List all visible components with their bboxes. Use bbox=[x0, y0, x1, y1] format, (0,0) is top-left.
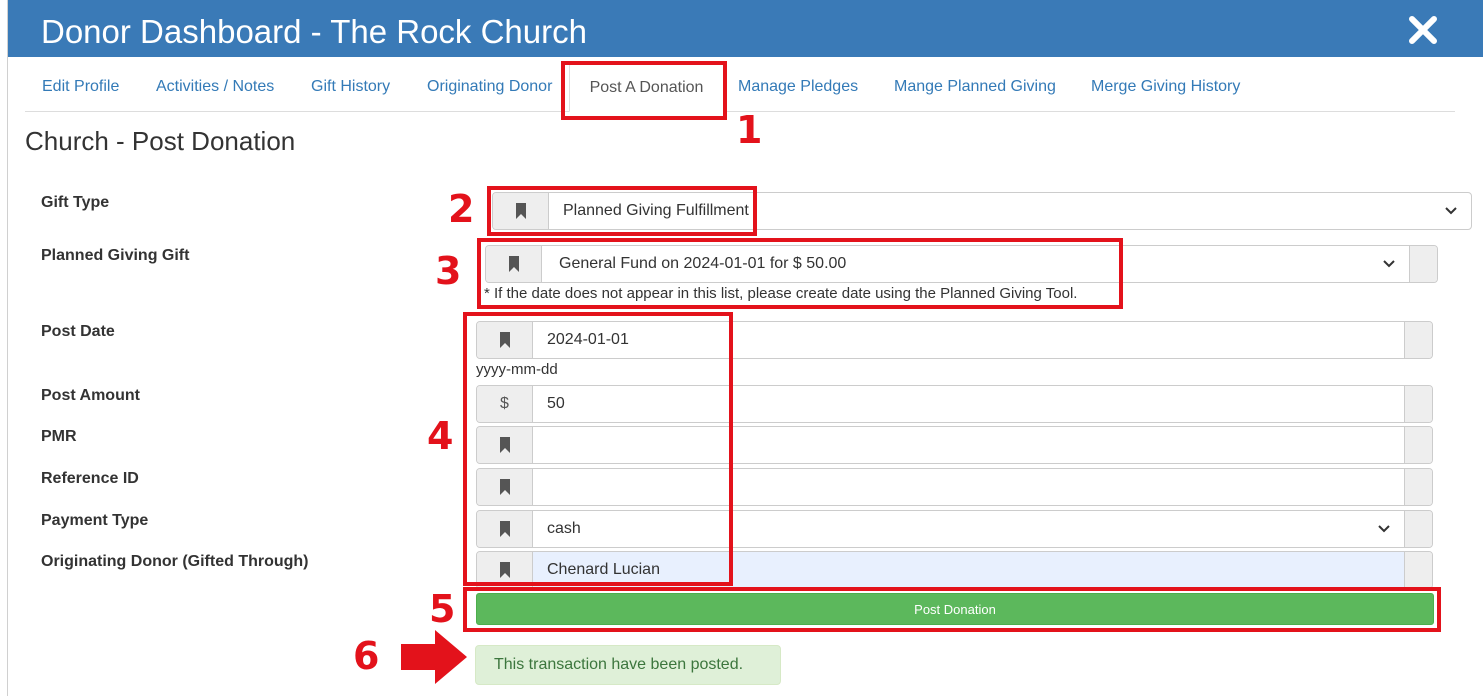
originating-donor-input[interactable]: Chenard Lucian bbox=[476, 551, 1433, 589]
red-arrow-icon bbox=[401, 630, 467, 684]
reference-id-label: Reference ID bbox=[41, 470, 139, 487]
chevron-down-icon bbox=[1378, 525, 1390, 533]
pmr-value bbox=[533, 427, 1404, 463]
bookmark-icon bbox=[477, 427, 533, 463]
post-amount-input[interactable]: $ 50 bbox=[476, 385, 1433, 423]
post-date-label: Post Date bbox=[41, 323, 115, 340]
planned-giving-gift-label: Planned Giving Gift bbox=[41, 247, 190, 264]
bookmark-icon bbox=[493, 193, 549, 229]
originating-donor-label: Originating Donor (Gifted Through) bbox=[41, 553, 309, 570]
modal-header: Donor Dashboard - The Rock Church bbox=[8, 0, 1483, 57]
planned-giving-gift-select[interactable]: General Fund on 2024-01-01 for $ 50.00 bbox=[485, 245, 1438, 283]
tab-gift-history[interactable]: Gift History bbox=[311, 72, 390, 102]
gift-type-label: Gift Type bbox=[41, 194, 110, 211]
tab-edit-profile[interactable]: Edit Profile bbox=[42, 72, 119, 102]
post-amount-label: Post Amount bbox=[41, 387, 140, 404]
chevron-down-icon bbox=[1445, 207, 1457, 215]
tab-originating-donor[interactable]: Originating Donor bbox=[427, 72, 552, 102]
post-donation-button[interactable]: Post Donation bbox=[476, 593, 1434, 625]
annotation-number-5: 5 bbox=[429, 587, 456, 631]
tab-post-a-donation[interactable]: Post A Donation bbox=[569, 62, 724, 112]
tab-merge-giving-history[interactable]: Merge Giving History bbox=[1091, 72, 1240, 102]
planned-giving-gift-value: General Fund on 2024-01-01 for $ 50.00 bbox=[559, 255, 847, 272]
success-alert: This transaction have been posted. bbox=[475, 645, 781, 685]
planned-giving-help-text: * If the date does not appear in this li… bbox=[484, 285, 1078, 302]
payment-type-label: Payment Type bbox=[41, 512, 149, 529]
pmr-label: PMR bbox=[41, 428, 77, 445]
tab-manage-planned-giving[interactable]: Mange Planned Giving bbox=[894, 72, 1056, 102]
gift-type-value: Planned Giving Fulfillment bbox=[563, 202, 749, 219]
annotation-number-6: 6 bbox=[353, 634, 380, 678]
reference-id-value bbox=[533, 469, 1404, 505]
bookmark-icon bbox=[477, 552, 533, 588]
section-title: Church - Post Donation bbox=[25, 126, 296, 156]
close-icon[interactable] bbox=[1406, 13, 1440, 47]
modal-title: Donor Dashboard - The Rock Church bbox=[41, 13, 587, 50]
tab-bar: Edit Profile Activities / Notes Gift His… bbox=[25, 62, 1455, 112]
dollar-addon: $ bbox=[477, 386, 533, 422]
payment-type-value: cash bbox=[547, 520, 581, 537]
annotation-number-3: 3 bbox=[435, 249, 462, 293]
tab-activities-notes[interactable]: Activities / Notes bbox=[156, 72, 274, 102]
bookmark-icon bbox=[477, 322, 533, 358]
payment-type-select[interactable]: cash bbox=[476, 510, 1433, 548]
gift-type-select[interactable]: Planned Giving Fulfillment bbox=[492, 192, 1472, 230]
post-date-value: 2024-01-01 bbox=[547, 331, 629, 348]
originating-donor-value: Chenard Lucian bbox=[533, 552, 1404, 588]
pmr-input[interactable] bbox=[476, 426, 1433, 464]
bookmark-icon bbox=[477, 469, 533, 505]
bookmark-icon bbox=[477, 511, 533, 547]
chevron-down-icon bbox=[1383, 260, 1395, 268]
tab-manage-pledges[interactable]: Manage Pledges bbox=[738, 72, 858, 102]
annotation-number-4: 4 bbox=[427, 414, 454, 458]
date-format-hint: yyyy-mm-dd bbox=[476, 361, 558, 378]
bookmark-icon bbox=[486, 246, 542, 282]
annotation-number-1: 1 bbox=[736, 108, 763, 152]
annotation-number-2: 2 bbox=[448, 187, 475, 231]
post-date-input[interactable]: 2024-01-01 bbox=[476, 321, 1433, 359]
reference-id-input[interactable] bbox=[476, 468, 1433, 506]
donor-dashboard-modal: Donor Dashboard - The Rock Church Edit P… bbox=[7, 0, 1483, 696]
post-amount-value: 50 bbox=[547, 395, 565, 412]
